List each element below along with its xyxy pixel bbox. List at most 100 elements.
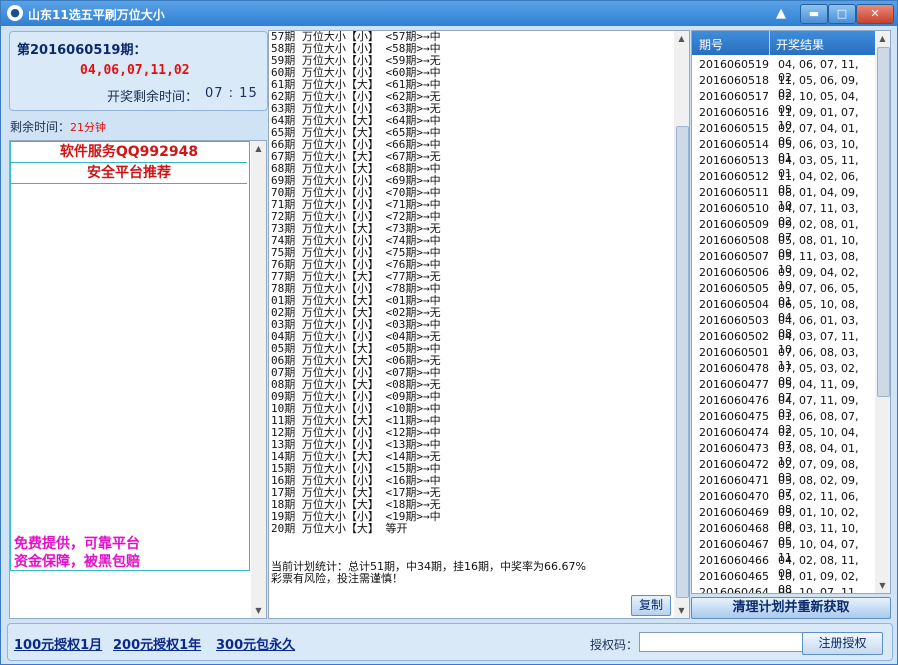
scroll-up-icon[interactable]: ▲ [674,31,689,46]
history-period: 2016060508 [699,234,769,247]
history-period: 2016060519 [699,58,769,71]
history-row[interactable]: 2016060466 04, 02, 08, 11, 09 [692,553,875,580]
history-row[interactable]: 2016060474 02, 05, 10, 04, 07 [692,425,875,452]
history-period: 2016060501 [699,346,769,359]
history-row[interactable]: 2016060505 09, 07, 06, 05, 01 [692,281,875,308]
history-row[interactable]: 2016060471 05, 08, 02, 09, 07 [692,473,875,500]
col-period-header[interactable]: 期号 [699,36,723,53]
title-bar[interactable]: ● 山东11选五平刷万位大小 ▲ ▬ □ ✕ [1,1,897,26]
history-row[interactable]: 2016060518 11, 05, 06, 09, 02 [692,73,875,100]
license-forever-link[interactable]: 300元包永久 [216,634,295,653]
remaining-label: 剩余时间： [10,120,71,134]
history-row[interactable]: 2016060512 11, 04, 02, 06, 05 [692,169,875,196]
scroll-down-icon[interactable]: ▼ [251,603,266,618]
maximize-button[interactable]: □ [828,4,856,24]
history-row[interactable]: 2016060468 06, 03, 11, 10, 05 [692,521,875,548]
history-row[interactable]: 2016060504 06, 05, 10, 08, 04 [692,297,875,324]
history-period: 2016060518 [699,74,769,87]
ad-panel[interactable]: 软件服务QQ992948 安全平台推荐 免费提供，可靠平台 资金保障，被黑包赔 … [9,140,267,619]
clear-plan-button[interactable]: 清理计划并重新获取 [691,597,891,619]
copy-button[interactable]: 复制 [631,595,671,616]
history-row[interactable]: 2016060508 05, 08, 01, 10, 09 [692,233,875,260]
history-row[interactable]: 2016060469 03, 01, 10, 02, 09 [692,505,875,532]
scroll-down-icon[interactable]: ▼ [875,578,890,593]
history-table[interactable]: 期号 开奖结果 2016060519 04, 06, 07, 11, 02 2016… [691,30,891,594]
history-period: 2016060502 [699,330,769,343]
history-row[interactable]: 2016060472 02, 07, 09, 08, 03 [692,457,875,484]
scroll-down-icon[interactable]: ▼ [674,603,689,618]
scroll-thumb[interactable] [877,47,890,397]
history-row[interactable]: 2016060476 04, 07, 11, 09, 03 [692,393,875,420]
minimize-button[interactable]: ▬ [800,4,828,24]
history-period: 2016060504 [699,298,769,311]
history-row[interactable]: 2016060513 04, 03, 05, 11, 01 [692,153,875,180]
scroll-up-icon[interactable]: ▲ [251,141,266,156]
plan-line: 20期 万位大小【大】 等开 [271,522,408,535]
history-row[interactable]: 2016060517 02, 10, 05, 04, 09 [692,89,875,116]
service-qq-text: 软件服务QQ992948 [11,142,247,163]
history-row[interactable]: 2016060465 10, 01, 09, 02, 08 [692,569,875,593]
history-row[interactable]: 2016060464 09, 10, 07, 11, 02 [692,585,875,593]
current-period: 第2016060519期： [17,43,147,58]
license-1-year-link[interactable]: 200元授权1年 [113,634,201,653]
history-period: 2016060474 [699,426,769,439]
draw-info-box: 第2016060519期： 04,06,07,11,02 开奖剩余时间： 07 … [9,31,268,111]
history-row[interactable]: 2016060507 05, 11, 03, 08, 10 [692,249,875,276]
license-bar: 100元授权1月 200元授权1年 300元包永久 授权码： 注册授权 [7,623,893,661]
skin-icon[interactable]: ▲ [773,5,789,22]
history-rows: 2016060519 04, 06, 07, 11, 02 2016060518 11… [692,57,875,593]
history-period: 2016060467 [699,538,769,551]
history-period: 2016060470 [699,490,769,503]
stats-line-2: 彩票有风险，投注需谨慎！ [271,572,403,585]
plan-scrollbar[interactable]: ▲ ▼ [674,31,689,618]
history-period: 2016060515 [699,122,769,135]
history-period: 2016060476 [699,394,769,407]
history-row[interactable]: 2016060503 04, 06, 01, 03, 08 [692,313,875,340]
history-row[interactable]: 2016060506 03, 09, 04, 02, 10 [692,265,875,292]
history-row[interactable]: 2016060470 05, 02, 11, 06, 08 [692,489,875,516]
history-row[interactable]: 2016060473 03, 08, 04, 01, 10 [692,441,875,468]
history-period: 2016060477 [699,378,769,391]
close-button[interactable]: ✕ [856,4,894,24]
history-row[interactable]: 2016060511 08, 01, 04, 09, 10 [692,185,875,212]
history-period: 2016060509 [699,218,769,231]
history-period: 2016060511 [699,186,769,199]
app-window: ● 山东11选五平刷万位大小 ▲ ▬ □ ✕ 第2016060519期： 04,… [0,0,898,665]
history-row[interactable]: 2016060501 07, 06, 08, 03, 11 [692,345,875,372]
history-period: 2016060475 [699,410,769,423]
scroll-up-icon[interactable]: ▲ [875,31,890,46]
history-scrollbar[interactable]: ▲ ▼ [875,31,890,593]
history-period: 2016060506 [699,266,769,279]
penguin-icon: ● [7,5,23,21]
remaining-value: 21分钟 [70,121,107,134]
history-row[interactable]: 2016060515 02, 07, 04, 01, 06 [692,121,875,148]
history-period: 2016060466 [699,554,769,567]
history-row[interactable]: 2016060467 05, 10, 04, 07, 11 [692,537,875,564]
history-period: 2016060469 [699,506,769,519]
scroll-thumb[interactable] [676,126,689,598]
history-period: 2016060505 [699,282,769,295]
promo-line-1: 免费提供，可靠平台 [14,536,140,552]
history-row[interactable]: 2016060510 04, 07, 11, 03, 02 [692,201,875,228]
register-license-button[interactable]: 注册授权 [802,632,883,655]
history-period: 2016060516 [699,106,769,119]
history-row[interactable]: 2016060478 07, 05, 03, 02, 08 [692,361,875,388]
ad-frame: 软件服务QQ992948 安全平台推荐 免费提供，可靠平台 资金保障，被黑包赔 [10,141,250,571]
ad-scrollbar[interactable]: ▲ ▼ [251,141,266,618]
history-row[interactable]: 2016060475 01, 06, 08, 07, 02 [692,409,875,436]
history-header: 期号 开奖结果 [692,31,875,55]
history-period: 2016060471 [699,474,769,487]
history-row[interactable]: 2016060519 04, 06, 07, 11, 02 [692,57,875,84]
window-title: 山东11选五平刷万位大小 [28,8,165,22]
license-code-input[interactable] [639,632,803,652]
plan-lines: 57期 万位大小【小】 <57期>→中 58期 万位大小【小】 <58期>→中 59… [271,31,671,535]
plan-text-area[interactable]: 57期 万位大小【小】 <57期>→中 58期 万位大小【小】 <58期>→中 59… [268,30,690,619]
history-row[interactable]: 2016060502 04, 03, 07, 11, 10 [692,329,875,356]
history-row[interactable]: 2016060514 05, 06, 03, 10, 01 [692,137,875,164]
history-row[interactable]: 2016060477 05, 04, 11, 09, 07 [692,377,875,404]
draw-numbers: 04,06,07,11,02 [80,63,190,78]
license-1-month-link[interactable]: 100元授权1月 [14,634,102,653]
history-row[interactable]: 2016060516 11, 09, 01, 07, 10 [692,105,875,132]
history-row[interactable]: 2016060509 09, 02, 08, 01, 07 [692,217,875,244]
col-result-header[interactable]: 开奖结果 [776,36,824,53]
